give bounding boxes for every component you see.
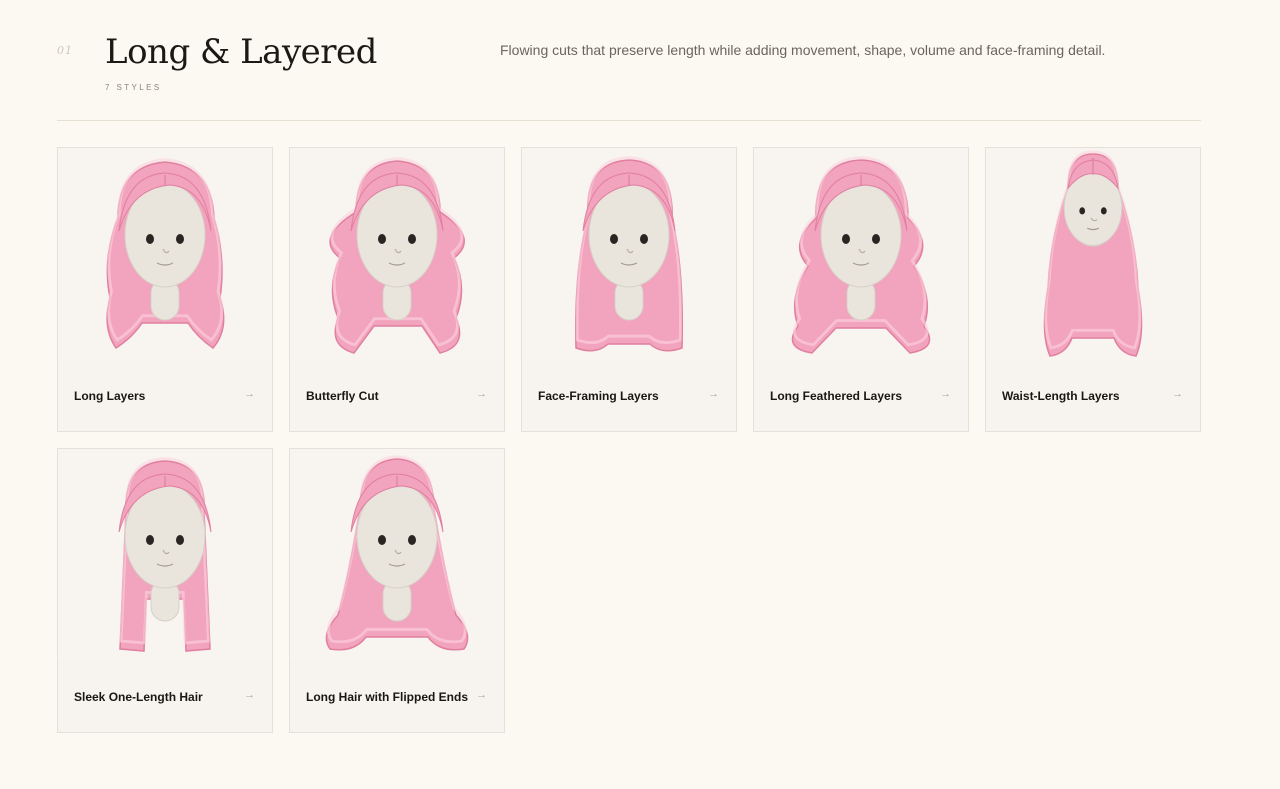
arrow-right-icon: →: [940, 388, 951, 400]
arrow-right-icon: →: [476, 689, 487, 701]
arrow-right-icon: →: [244, 689, 255, 701]
style-card-flipped[interactable]: Long Hair with Flipped Ends →: [289, 448, 505, 733]
style-card-label: Waist-Length Layers: [1002, 389, 1120, 403]
style-card-label: Long Layers: [74, 389, 146, 403]
arrow-right-icon: →: [1172, 388, 1183, 400]
sleek-hair-icon: [58, 449, 272, 661]
arrow-right-icon: →: [244, 388, 255, 400]
page: 01 Long & Layered 7 STYLES Flowing cuts …: [0, 0, 1280, 789]
arrow-right-icon: →: [708, 388, 719, 400]
section-title: Long & Layered: [105, 32, 377, 72]
feathered-hair-icon: [754, 148, 968, 360]
section-divider: [57, 120, 1201, 121]
butterfly-cut-hair-icon: [290, 148, 504, 360]
style-card-framing[interactable]: Face-Framing Layers →: [521, 147, 737, 432]
section-number: 01: [57, 44, 73, 57]
arrow-right-icon: →: [476, 388, 487, 400]
style-card-label: Long Hair with Flipped Ends: [306, 690, 468, 704]
style-count: 7 STYLES: [105, 83, 162, 92]
style-card-label: Face-Framing Layers: [538, 389, 659, 403]
style-card-feathered[interactable]: Long Feathered Layers →: [753, 147, 969, 432]
style-card-sleek[interactable]: Sleek One-Length Hair →: [57, 448, 273, 733]
long-layers-hair-icon: [58, 148, 272, 360]
section-description: Flowing cuts that preserve length while …: [500, 42, 1106, 58]
style-card-layered[interactable]: Long Layers →: [57, 147, 273, 432]
face-framing-hair-icon: [522, 148, 736, 360]
style-card-label: Long Feathered Layers: [770, 389, 903, 403]
style-card-label: Sleek One-Length Hair: [74, 690, 203, 704]
flipped-ends-hair-icon: [290, 449, 504, 661]
style-card-butterfly[interactable]: Butterfly Cut →: [289, 147, 505, 432]
waist-length-hair-icon: [986, 148, 1200, 360]
style-card-waist[interactable]: Waist-Length Layers →: [985, 147, 1201, 432]
style-card-label: Butterfly Cut: [306, 389, 379, 403]
